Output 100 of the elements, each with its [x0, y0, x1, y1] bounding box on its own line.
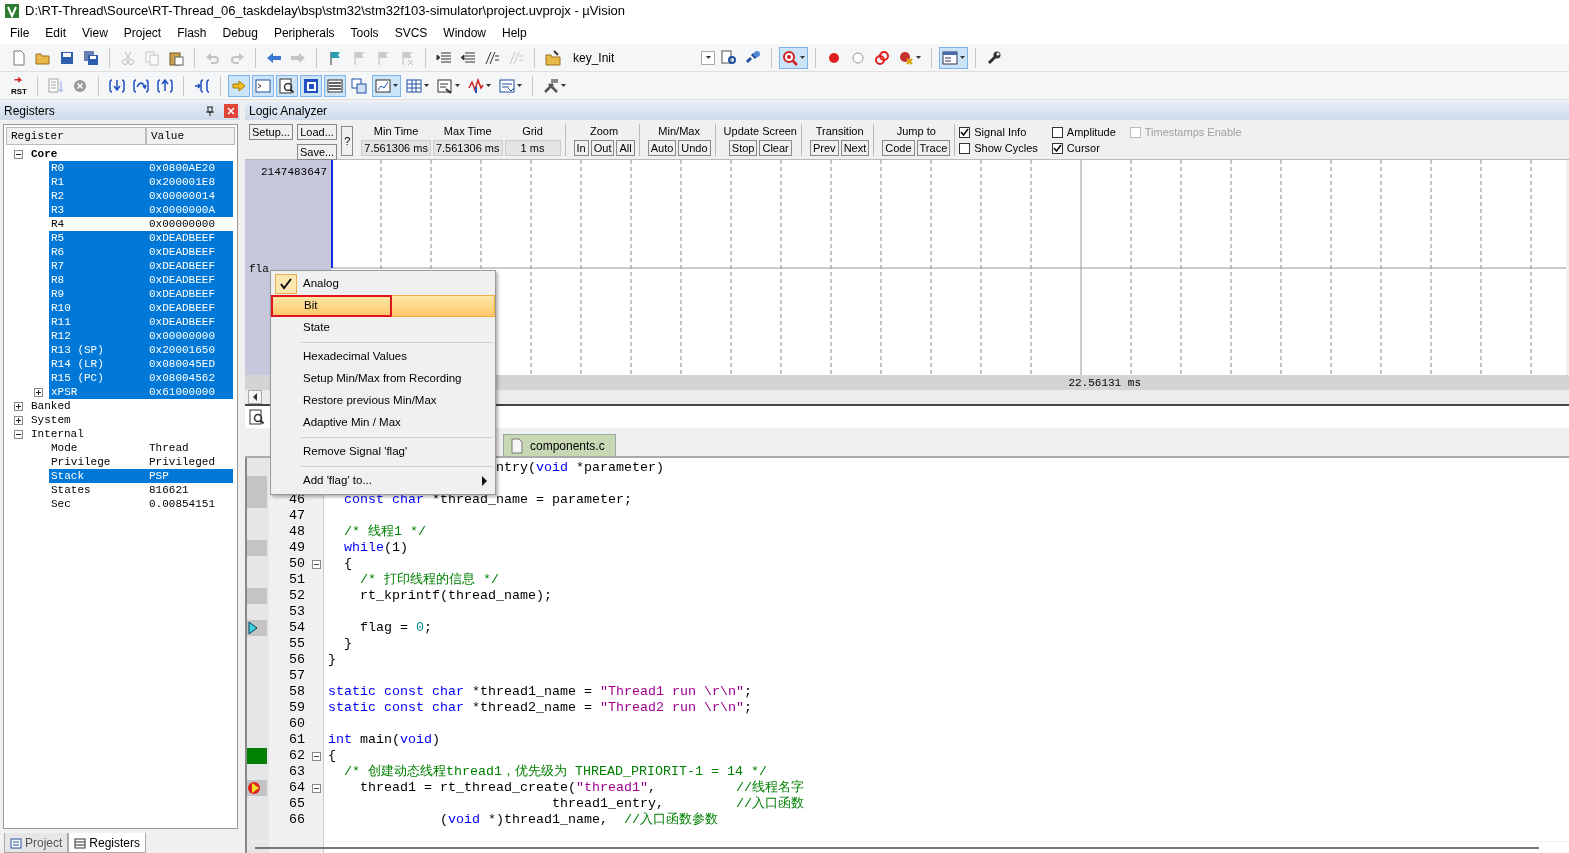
- checkbox[interactable]: [959, 142, 971, 154]
- register-name: R14 (LR): [51, 356, 105, 372]
- menu-item[interactable]: Setup Min/Max from Recording: [271, 368, 495, 390]
- analyzer-button[interactable]: All: [616, 140, 635, 156]
- menu-item[interactable]: Tools: [342, 24, 387, 42]
- expand-toggle[interactable]: [14, 149, 23, 159]
- menu-item[interactable]: Remove Signal 'flag': [271, 441, 495, 463]
- checkbox[interactable]: [959, 126, 971, 138]
- close-button[interactable]: [224, 104, 238, 118]
- register-row[interactable]: R1 0x200001E8: [49, 175, 233, 189]
- menu-item[interactable]: File: [2, 24, 38, 42]
- register-value: 0x20001650: [149, 342, 215, 358]
- register-row[interactable]: R14 (LR) 0x080045ED: [49, 357, 233, 371]
- register-row[interactable]: Privilege Privileged: [49, 455, 233, 469]
- expand-toggle[interactable]: [34, 387, 43, 397]
- menu-item[interactable]: Bit: [271, 295, 495, 317]
- window-layout-button[interactable]: [939, 46, 968, 69]
- column-header[interactable]: Value: [146, 127, 235, 145]
- expand-toggle[interactable]: [14, 415, 23, 425]
- menu-item[interactable]: Restore previous Min/Max: [271, 390, 495, 412]
- panel-tab[interactable]: Project: [4, 833, 69, 853]
- register-row[interactable]: Mode Thread: [49, 441, 233, 455]
- menu-item[interactable]: Edit: [37, 24, 75, 42]
- load-button[interactable]: Load...: [296, 124, 338, 140]
- menu-item[interactable]: Flash: [169, 24, 215, 42]
- show-next-arrow-button[interactable]: [228, 74, 250, 97]
- menu-item[interactable]: Project: [115, 24, 170, 42]
- menu-item[interactable]: Hexadecimal Values: [271, 346, 495, 368]
- register-row[interactable]: Stack PSP: [49, 469, 233, 483]
- menu-item[interactable]: Analog: [271, 273, 495, 295]
- register-row[interactable]: R9 0xDEADBEEF: [49, 287, 233, 301]
- debug-magnifier-button[interactable]: [779, 46, 808, 69]
- menu-item[interactable]: Adaptive Min / Max: [271, 412, 495, 434]
- menu-item[interactable]: Peripherals: [265, 24, 343, 42]
- register-group[interactable]: System: [29, 413, 233, 427]
- register-row[interactable]: R3 0x0000000A: [49, 203, 233, 217]
- register-row[interactable]: R10 0xDEADBEEF: [49, 301, 233, 315]
- menu-item[interactable]: SVCS: [386, 24, 436, 42]
- analyzer-button[interactable]: Stop: [728, 140, 758, 156]
- register-row[interactable]: States 816621: [49, 483, 233, 497]
- analyzer-button[interactable]: Auto: [647, 140, 677, 156]
- expand-toggle[interactable]: [14, 429, 23, 439]
- code-line: const char *thread_name = parameter;: [344, 492, 632, 507]
- register-group[interactable]: Core: [29, 147, 233, 161]
- registers-window-button[interactable]: [324, 74, 346, 97]
- register-value: 0x00000014: [149, 188, 215, 204]
- analyzer-button[interactable]: Prev: [810, 140, 839, 156]
- menu-item[interactable]: Help: [494, 24, 535, 42]
- register-group[interactable]: Banked: [29, 399, 233, 413]
- menu-item[interactable]: View: [74, 24, 116, 42]
- register-row[interactable]: R6 0xDEADBEEF: [49, 245, 233, 259]
- fold-toggle[interactable]: [312, 559, 321, 569]
- help-button[interactable]: ?: [341, 126, 354, 156]
- save-button[interactable]: Save...: [296, 144, 338, 160]
- file-tab[interactable]: components.c: [503, 434, 616, 456]
- menu-item[interactable]: Debug: [214, 24, 266, 42]
- register-row[interactable]: xPSR 0x61000000: [49, 385, 233, 399]
- disassembly-icon[interactable]: [249, 409, 265, 425]
- disassembly-button[interactable]: [276, 74, 298, 97]
- setup-button[interactable]: Setup...: [249, 124, 293, 140]
- register-row[interactable]: R5 0xDEADBEEF: [49, 231, 233, 245]
- panel-tab[interactable]: Registers: [68, 833, 147, 853]
- register-row[interactable]: R12 0x00000000: [49, 329, 233, 343]
- run-to-cursor-icon: [194, 77, 210, 94]
- checkbox[interactable]: [1051, 142, 1063, 154]
- register-row[interactable]: R8 0xDEADBEEF: [49, 273, 233, 287]
- menu-item[interactable]: Add 'flag' to...: [271, 470, 495, 492]
- register-name: R12: [51, 328, 72, 344]
- register-row[interactable]: R2 0x00000014: [49, 189, 233, 203]
- register-row[interactable]: R11 0xDEADBEEF: [49, 315, 233, 329]
- register-row[interactable]: R15 (PC) 0x08004562: [49, 371, 233, 385]
- register-group[interactable]: Internal: [29, 427, 233, 441]
- register-row[interactable]: R13 (SP) 0x20001650: [49, 343, 233, 357]
- symbols-window-button[interactable]: [300, 74, 322, 97]
- watch-window-button[interactable]: [372, 74, 401, 97]
- expand-toggle[interactable]: [14, 401, 23, 411]
- menu-item[interactable]: State: [271, 317, 495, 339]
- target-combo[interactable]: key_Init: [566, 47, 716, 68]
- fold-toggle[interactable]: [312, 751, 321, 761]
- register-row[interactable]: R4 0x00000000: [49, 217, 233, 231]
- register-row[interactable]: R0 0x0800AE20: [49, 161, 233, 175]
- fold-toggle[interactable]: [312, 783, 321, 793]
- register-row[interactable]: R7 0xDEADBEEF: [49, 259, 233, 273]
- analyzer-button[interactable]: Code: [882, 140, 915, 156]
- reset-arrow-button[interactable]: RST: [8, 74, 30, 97]
- horizontal-scrollbar[interactable]: [255, 846, 1539, 849]
- checkbox[interactable]: [1051, 126, 1063, 138]
- register-row[interactable]: Sec 0.00854151: [49, 497, 233, 511]
- group-label: Zoom: [590, 124, 619, 138]
- analyzer-button[interactable]: In: [573, 140, 589, 156]
- register-value: 816621: [149, 482, 189, 498]
- analyzer-button[interactable]: Trace: [916, 140, 951, 156]
- column-header[interactable]: Register: [6, 127, 146, 145]
- menu-item[interactable]: Window: [435, 24, 494, 42]
- pin-icon[interactable]: [204, 105, 216, 117]
- analyzer-button[interactable]: Clear: [759, 140, 792, 156]
- analyzer-button[interactable]: Undo: [678, 140, 711, 156]
- analyzer-button[interactable]: Next: [840, 140, 870, 156]
- analyzer-button[interactable]: Out: [590, 140, 615, 156]
- scroll-left-button[interactable]: [248, 390, 262, 404]
